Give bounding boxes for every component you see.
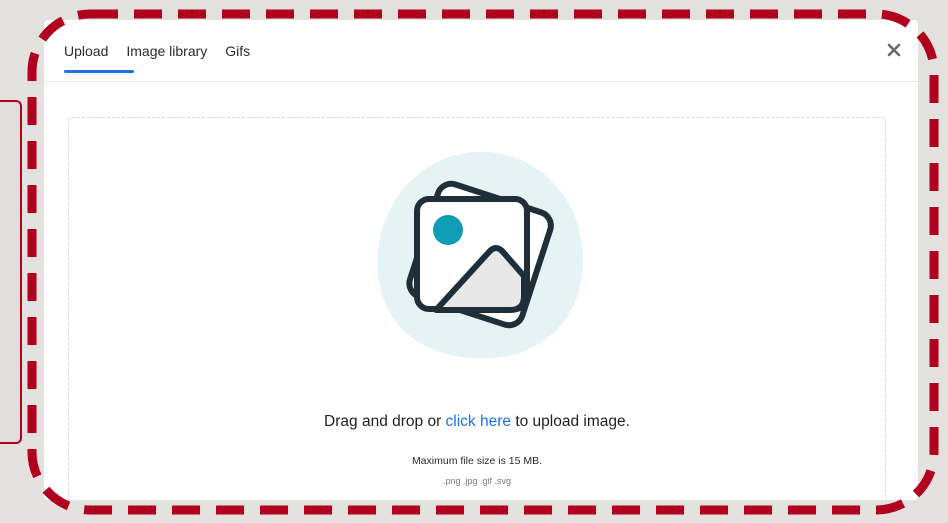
click-here-link[interactable]: click here bbox=[446, 413, 511, 430]
tab-upload[interactable]: Upload bbox=[64, 43, 108, 59]
tab-image-library[interactable]: Image library bbox=[126, 43, 207, 59]
image-upload-modal: Upload Image library Gifs Drag and drop … bbox=[44, 20, 918, 500]
upload-dropzone[interactable]: Drag and drop or click here to upload im… bbox=[68, 117, 886, 500]
max-file-size-note: Maximum file size is 15 MB. bbox=[411, 455, 543, 467]
image-upload-icon bbox=[364, 134, 594, 364]
tab-gifs[interactable]: Gifs bbox=[225, 43, 250, 59]
screen: Upload Image library Gifs Drag and drop … bbox=[0, 0, 948, 523]
drop-instructions: Drag and drop or click here to upload im… bbox=[69, 413, 885, 431]
drop-text-start: Drag and drop or bbox=[324, 413, 446, 430]
allowed-formats: .png .jpg .gif .svg bbox=[442, 476, 512, 486]
active-tab-indicator bbox=[64, 70, 134, 73]
drop-text-end: to upload image. bbox=[511, 413, 630, 430]
tab-bar: Upload Image library Gifs bbox=[44, 20, 918, 82]
background-panel bbox=[0, 100, 22, 444]
close-icon[interactable] bbox=[886, 42, 902, 58]
